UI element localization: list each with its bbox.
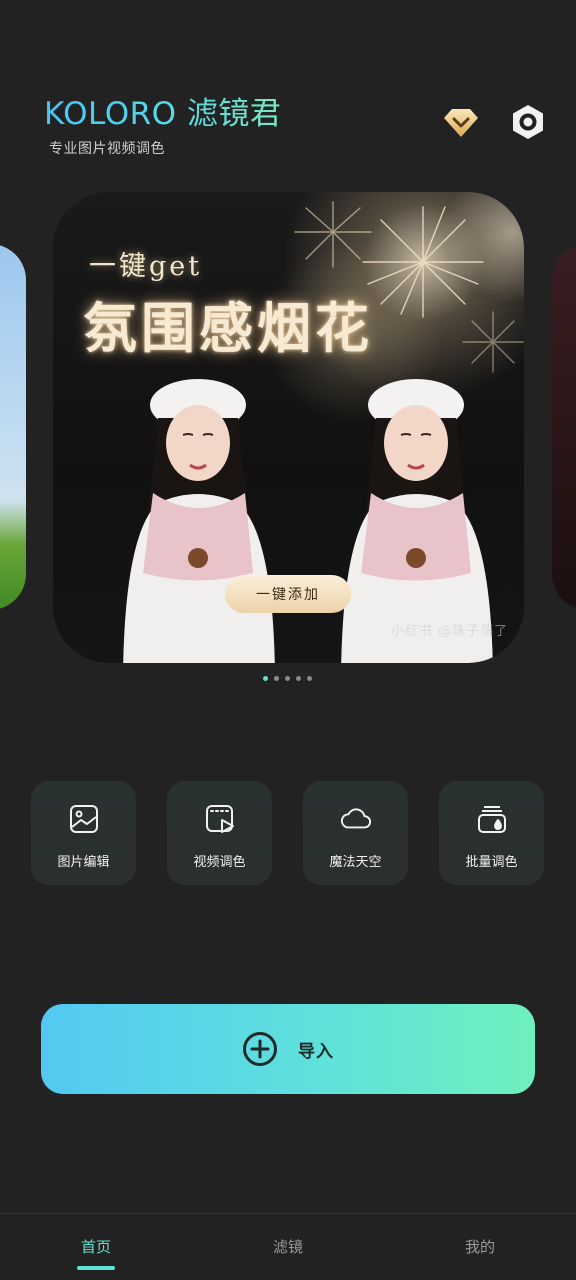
- featured-banner[interactable]: 一键get 氛围感烟花 一键添加 小红书 @珠子落了: [53, 192, 524, 663]
- vip-button[interactable]: [440, 102, 482, 144]
- carousel-dot[interactable]: [296, 676, 301, 681]
- banner-headline: 氛围感烟花: [83, 296, 373, 360]
- tool-magic-sky[interactable]: 魔法天空: [303, 781, 408, 885]
- tool-label: 魔法天空: [329, 855, 382, 870]
- carousel-next-slide[interactable]: [552, 244, 576, 610]
- import-button[interactable]: 导入: [41, 1004, 535, 1094]
- nav-filters[interactable]: 滤镜: [228, 1214, 348, 1280]
- nav-label: 首页: [80, 1238, 111, 1256]
- tool-image-edit[interactable]: 图片编辑: [31, 781, 136, 885]
- nav-active-indicator: [77, 1266, 115, 1270]
- tool-label: 批量调色: [465, 855, 518, 870]
- settings-button[interactable]: [507, 100, 549, 144]
- tool-grid: 图片编辑 视频调色 魔法天空 批量调色: [31, 781, 544, 885]
- plus-circle-icon: [243, 1032, 277, 1066]
- carousel-dot[interactable]: [285, 676, 290, 681]
- app-title: KOLORO 滤镜君: [44, 88, 281, 133]
- nav-label: 我的: [464, 1238, 495, 1256]
- tool-label: 视频调色: [193, 855, 246, 870]
- import-label: 导入: [298, 1041, 334, 1062]
- carousel-indicator: [263, 676, 312, 681]
- cloud-icon: [340, 803, 372, 835]
- vip-diamond-icon: [444, 109, 478, 137]
- nav-label: 滤镜: [272, 1238, 303, 1256]
- video-grade-icon: [204, 803, 236, 835]
- tool-label: 图片编辑: [57, 855, 110, 870]
- carousel-prev-slide[interactable]: [0, 244, 26, 610]
- one-tap-apply-button[interactable]: 一键添加: [225, 575, 351, 613]
- nav-home[interactable]: 首页: [36, 1214, 156, 1280]
- hexagon-gear-icon: [513, 105, 543, 139]
- app-subtitle: 专业图片视频调色: [49, 141, 165, 157]
- image-edit-icon: [68, 803, 100, 835]
- bottom-nav: 首页 滤镜 我的: [0, 1213, 576, 1280]
- batch-grade-icon: [476, 803, 508, 835]
- banner-kicker: 一键get: [89, 251, 203, 282]
- carousel-dot[interactable]: [274, 676, 279, 681]
- nav-profile[interactable]: 我的: [420, 1214, 540, 1280]
- banner-watermark: 小红书 @珠子落了: [391, 624, 509, 639]
- person-illustration-left: [123, 379, 275, 663]
- tool-video-grade[interactable]: 视频调色: [167, 781, 272, 885]
- carousel-dot[interactable]: [307, 676, 312, 681]
- tool-batch-grade[interactable]: 批量调色: [439, 781, 544, 885]
- carousel-dot[interactable]: [263, 676, 268, 681]
